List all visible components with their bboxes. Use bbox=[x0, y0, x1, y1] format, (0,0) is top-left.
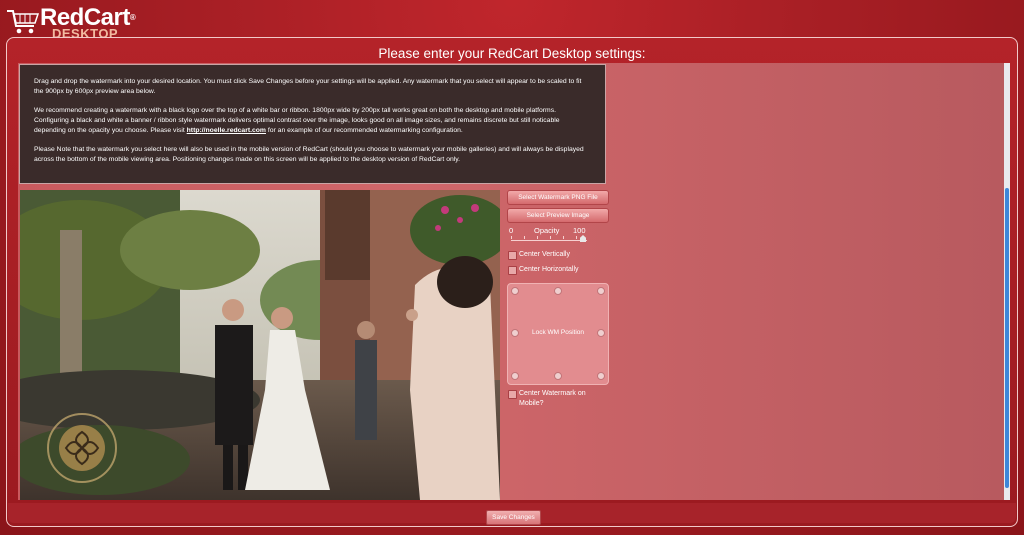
checkbox-box[interactable] bbox=[508, 390, 517, 399]
position-dot[interactable] bbox=[511, 372, 519, 380]
opacity-label: Opacity bbox=[534, 226, 560, 235]
center-mobile-checkbox[interactable]: Center Watermark on Mobile? bbox=[507, 389, 609, 407]
vertical-scrollbar[interactable] bbox=[1004, 63, 1010, 500]
opacity-slider[interactable]: 0 Opacity 100 bbox=[507, 226, 609, 250]
page-title: Please enter your RedCart Desktop settin… bbox=[378, 46, 646, 61]
slider-track[interactable] bbox=[511, 240, 587, 241]
position-dot[interactable] bbox=[597, 287, 605, 295]
redcart-logo: RedCart® DESKTOP bbox=[6, 6, 136, 40]
slider-knob[interactable] bbox=[580, 235, 586, 242]
instructions-paragraph-2: We recommend creating a watermark with a… bbox=[34, 107, 560, 134]
center-horizontally-label: Center Horizontally bbox=[519, 266, 579, 273]
watermark-controls: Select Watermark PNG File Select Preview… bbox=[507, 190, 609, 407]
position-dot[interactable] bbox=[511, 287, 519, 295]
position-dot[interactable] bbox=[597, 372, 605, 380]
slider-tick bbox=[524, 236, 525, 239]
instructions-box: Drag and drop the watermark into your de… bbox=[19, 64, 606, 184]
checkbox-box[interactable] bbox=[508, 251, 517, 260]
scrollbar-thumb[interactable] bbox=[1005, 188, 1009, 488]
instructions-paragraph-3: Please Note that the watermark you selec… bbox=[34, 146, 584, 163]
example-link[interactable]: http://noelle.redcart.com bbox=[187, 127, 266, 134]
center-vertically-label: Center Vertically bbox=[519, 251, 570, 258]
center-mobile-label: Center Watermark on Mobile? bbox=[519, 390, 586, 407]
slider-tick bbox=[537, 236, 538, 239]
center-horizontally-checkbox[interactable]: Center Horizontally bbox=[507, 265, 609, 280]
save-changes-button[interactable]: Save Changes bbox=[486, 510, 541, 525]
opacity-min-label: 0 bbox=[509, 226, 514, 235]
position-dot[interactable] bbox=[554, 372, 562, 380]
slider-tick bbox=[550, 236, 551, 239]
position-dot[interactable] bbox=[554, 287, 562, 295]
lock-position-grid[interactable]: Lock WM Position bbox=[507, 283, 609, 385]
select-watermark-button[interactable]: Select Watermark PNG File bbox=[507, 190, 609, 205]
instructions-paragraph-1: Drag and drop the watermark into your de… bbox=[34, 78, 582, 95]
wedding-photo bbox=[20, 190, 500, 500]
lock-position-label: Lock WM Position bbox=[531, 329, 585, 336]
opacity-max-label: 100 bbox=[573, 226, 586, 235]
slider-tick bbox=[511, 236, 512, 239]
preview-image bbox=[20, 190, 500, 500]
slider-tick bbox=[563, 236, 564, 239]
shopping-cart-icon bbox=[7, 10, 40, 34]
slider-tick bbox=[576, 236, 577, 239]
center-vertically-checkbox[interactable]: Center Vertically bbox=[507, 250, 609, 265]
select-preview-button[interactable]: Select Preview Image bbox=[507, 208, 609, 223]
checkbox-box[interactable] bbox=[508, 266, 517, 275]
